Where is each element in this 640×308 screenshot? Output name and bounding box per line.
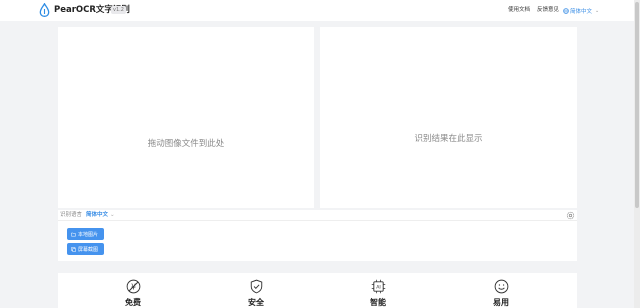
feature-smart: AI 智能 <box>358 279 398 308</box>
feature-smart-label: 智能 <box>370 298 386 307</box>
screenshot-button-label: 屏幕截图 <box>78 246 99 253</box>
free-icon: ¥ <box>126 279 140 294</box>
drop-zone-hint: 拖动图像文件到此处 <box>147 139 225 149</box>
ai-chip-icon: AI <box>371 279 385 294</box>
result-panel[interactable]: 识别结果在此显示 <box>320 27 577 208</box>
result-placeholder: 识别结果在此显示 <box>414 134 483 144</box>
recognition-language-value: 简体中文 <box>86 212 109 218</box>
nav-docs-link[interactable]: 使用文档 <box>508 7 530 14</box>
local-image-button[interactable]: 本地图片 <box>67 228 104 240</box>
chevron-down-icon: ⌄ <box>595 7 600 14</box>
top-header: PearOCR文字识别 v1.2 使用文档 反馈意见 简体中文 ⌄ <box>0 0 640 21</box>
recognition-language-label: 识别语言 <box>60 212 83 218</box>
feature-strip: ¥ 免费 安全 AI 智能 <box>58 273 577 308</box>
language-switcher-label: 简体中文 <box>570 8 593 15</box>
screenshot-button[interactable]: 屏幕截图 <box>67 243 104 255</box>
feature-secure: 安全 <box>236 279 276 308</box>
version-badge: v1.2 <box>111 6 126 14</box>
nav-feedback-link[interactable]: 反馈意见 <box>537 7 559 14</box>
feature-free-label: 免费 <box>125 298 141 307</box>
feature-easy-label: 易用 <box>493 298 509 307</box>
globe-icon <box>563 7 569 14</box>
chevron-down-icon: ⌄ <box>110 212 115 218</box>
feature-free: ¥ 免费 <box>113 279 153 308</box>
smile-icon <box>494 279 508 294</box>
recognition-language-bar: 识别语言 简体中文 ⌄ <box>58 210 577 221</box>
folder-icon <box>71 232 76 236</box>
language-switcher[interactable]: 简体中文 ⌄ <box>563 6 599 15</box>
feature-easy: 易用 <box>481 279 521 308</box>
scrollbar-thumb[interactable] <box>635 2 639 208</box>
screenshot-icon <box>71 246 76 252</box>
action-area: 本地图片 屏幕截图 <box>58 221 577 261</box>
local-image-button-label: 本地图片 <box>78 231 99 238</box>
pear-logo-icon <box>39 3 50 17</box>
recognition-language-select[interactable]: 简体中文 ⌄ <box>86 212 115 219</box>
svg-text:AI: AI <box>376 285 381 291</box>
page-scrollbar[interactable] <box>634 0 640 308</box>
image-drop-zone[interactable]: 拖动图像文件到此处 <box>58 27 314 208</box>
feature-secure-label: 安全 <box>248 298 264 307</box>
shield-check-icon <box>250 279 262 294</box>
settings-gear-icon[interactable] <box>566 211 575 220</box>
